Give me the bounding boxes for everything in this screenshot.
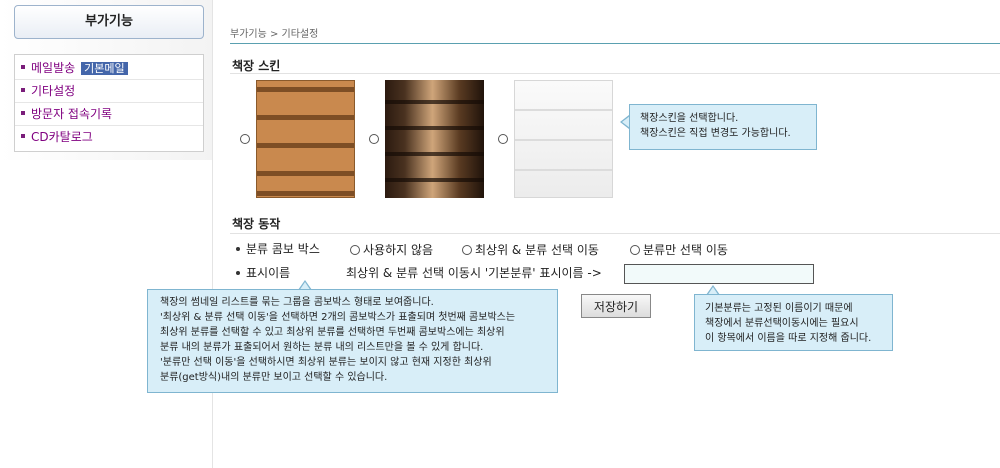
- bullet-icon: [21, 88, 25, 92]
- bullet-icon: [21, 111, 25, 115]
- option-category-only-radio[interactable]: [630, 244, 640, 255]
- option-top-and-category-radio[interactable]: [462, 244, 472, 255]
- combo-tooltip-line: 분류(get방식)내의 분류만 보이고 선택할 수 있습니다.: [160, 372, 388, 383]
- option-top-and-category-label: 최상위 & 분류 선택 이동: [475, 243, 599, 257]
- display-tooltip-line: 기본분류는 고정된 이름이기 때문에: [705, 303, 853, 314]
- sidebar-item-label: 방문자 접속기록: [31, 107, 113, 121]
- sidebar-menu: 메일발송 기본메일 기타설정 방문자 접속기록 CD카탈로그: [14, 54, 204, 152]
- action-section-title: 책장 동작: [232, 217, 281, 231]
- sidebar-item-label: CD카탈로그: [31, 130, 93, 144]
- skin-radio-wood[interactable]: [240, 134, 250, 144]
- default-mail-badge[interactable]: 기본메일: [81, 62, 128, 75]
- skin-tooltip: 책장스킨을 선택합니다. 책장스킨은 직접 변경도 가능합니다.: [629, 104, 817, 150]
- display-tooltip: 기본분류는 고정된 이름이기 때문에 책장에서 분류선택이동시에는 필요시 이 …: [694, 294, 893, 351]
- skin-radio-white[interactable]: [498, 134, 508, 144]
- combo-tooltip-line: '최상위 & 분류 선택 이동'을 선택하면 2개의 콤보박스가 표출되며 첫번…: [160, 312, 516, 323]
- combo-tooltip-line: 분류 내의 분류가 표출되어서 원하는 분류 내의 리스트만을 볼 수 있게 합…: [160, 342, 484, 353]
- sidebar-item-label: 메일발송: [31, 61, 76, 75]
- skin-tooltip-line: 책장스킨은 직접 변경도 가능합니다.: [640, 128, 791, 139]
- combo-tooltip: 책장의 썸네일 리스트를 묶는 그룹을 콤보박스 형태로 보여줍니다. '최상위…: [147, 289, 558, 393]
- combo-tooltip-line: 책장의 썸네일 리스트를 묶는 그룹을 콤보박스 형태로 보여줍니다.: [160, 297, 434, 308]
- display-name-label: 표시이름: [236, 264, 290, 281]
- skin-radio-dark-wood[interactable]: [369, 134, 379, 144]
- option-none-radio[interactable]: [350, 244, 360, 255]
- sidebar-item-label: 기타설정: [31, 84, 76, 98]
- bullet-icon: [236, 270, 240, 275]
- bullet-icon: [21, 65, 25, 69]
- skin-thumbnail-white[interactable]: [514, 80, 613, 198]
- display-tooltip-line: 이 항목에서 이름을 따로 지정해 줍니다.: [705, 333, 872, 344]
- option-top-and-category[interactable]: 최상위 & 분류 선택 이동: [462, 241, 599, 258]
- save-button[interactable]: 저장하기: [581, 294, 651, 318]
- skin-tooltip-pointer: [620, 115, 630, 129]
- skin-section-divider: [230, 73, 1000, 74]
- option-none[interactable]: 사용하지 않음: [350, 241, 433, 258]
- action-section-divider: [230, 233, 1000, 234]
- option-category-only[interactable]: 분류만 선택 이동: [630, 241, 728, 258]
- combo-tooltip-line: 최상위 분류를 선택할 수 있고 최상위 분류를 선택하면 두번째 콤보박스에는…: [160, 327, 505, 338]
- bullet-icon: [21, 134, 25, 138]
- combo-box-label-text: 분류 콤보 박스: [246, 242, 320, 256]
- left-sidebar: 부가기능 메일발송 기본메일 기타설정 방문자 접속기록 CD카탈로그: [0, 0, 213, 468]
- sidebar-item-visitor-log[interactable]: 방문자 접속기록: [15, 103, 203, 126]
- sidebar-item-cd-catalog[interactable]: CD카탈로그: [15, 126, 203, 148]
- skin-section-title: 책장 스킨: [232, 59, 281, 73]
- skin-tooltip-line: 책장스킨을 선택합니다.: [640, 113, 739, 124]
- option-none-label: 사용하지 않음: [363, 243, 434, 257]
- combo-box-label: 분류 콤보 박스: [236, 240, 320, 257]
- combo-tooltip-line: '분류만 선택 이동'을 선택하시면 최상위 분류는 보이지 않고 현재 지정한…: [160, 357, 492, 368]
- header-divider: [230, 43, 1000, 44]
- sidebar-item-mail[interactable]: 메일발송 기본메일: [15, 57, 203, 80]
- skin-thumbnail-wood[interactable]: [256, 80, 355, 198]
- display-name-prompt: 최상위 & 분류 선택 이동시 '기본분류' 표시이름 ->: [346, 266, 602, 280]
- breadcrumb: 부가기능 > 기타설정: [230, 29, 319, 40]
- bullet-icon: [236, 246, 240, 251]
- option-category-only-label: 분류만 선택 이동: [643, 243, 728, 257]
- display-name-label-text: 표시이름: [246, 266, 291, 280]
- sidebar-item-etc-settings[interactable]: 기타설정: [15, 80, 203, 103]
- sidebar-title: 부가기능: [14, 5, 204, 39]
- skin-thumbnail-dark-wood[interactable]: [385, 80, 484, 198]
- display-tooltip-line: 책장에서 분류선택이동시에는 필요시: [705, 318, 859, 329]
- display-name-input[interactable]: [624, 264, 814, 284]
